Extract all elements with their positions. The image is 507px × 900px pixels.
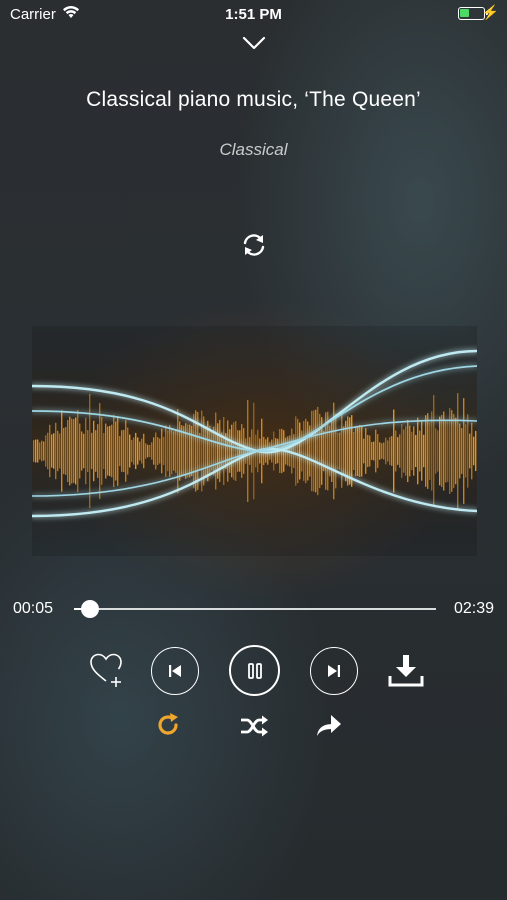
- rotate-icon[interactable]: [240, 232, 268, 258]
- pause-button[interactable]: [229, 645, 280, 696]
- heart-add-icon: [90, 653, 122, 687]
- previous-icon: [169, 665, 181, 677]
- pause-icon: [247, 662, 262, 679]
- next-button[interactable]: [310, 647, 358, 695]
- track-genre: Classical: [219, 140, 288, 159]
- audio-visualizer: [32, 326, 477, 556]
- clock: 1:51 PM: [225, 6, 282, 23]
- elapsed-time: 00:05: [13, 600, 54, 617]
- favorite-button[interactable]: [86, 650, 128, 690]
- download-button[interactable]: [386, 650, 426, 690]
- repeat-icon: [158, 713, 178, 735]
- shuffle-icon: [241, 715, 268, 737]
- next-icon: [328, 665, 340, 677]
- share-icon: [317, 715, 341, 736]
- previous-button[interactable]: [151, 647, 199, 695]
- repeat-button[interactable]: [153, 710, 183, 740]
- shuffle-button[interactable]: [238, 711, 270, 741]
- progress-track[interactable]: [74, 600, 436, 618]
- charging-bolt-icon: ⚡: [481, 4, 499, 20]
- download-icon: [388, 655, 424, 687]
- chevron-down-icon[interactable]: [241, 34, 267, 52]
- status-bar: Carrier 1:51 PM ⚡: [0, 0, 507, 30]
- share-button[interactable]: [312, 711, 344, 741]
- track-title: Classical piano music, ‘The Queen’: [86, 88, 421, 111]
- total-time: 02:39: [453, 600, 494, 617]
